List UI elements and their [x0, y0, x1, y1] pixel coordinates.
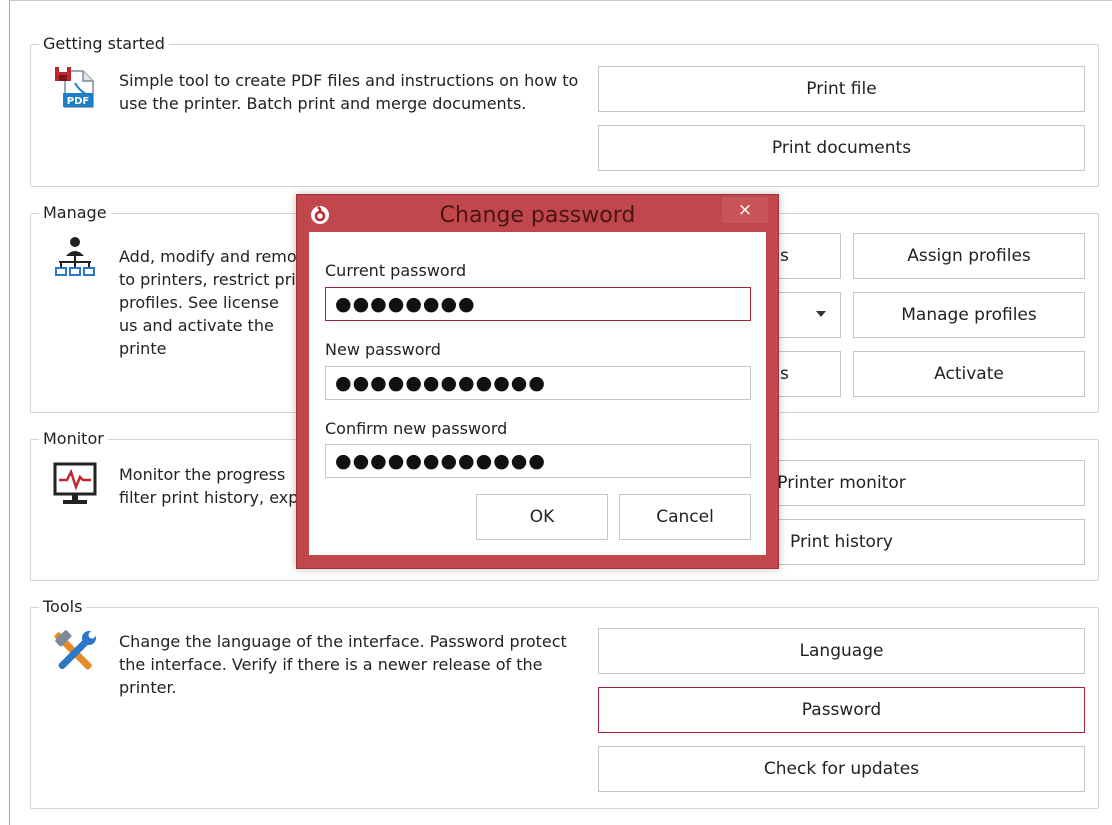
check-for-updates-button[interactable]: Check for updates — [598, 746, 1085, 792]
activate-button[interactable]: Activate — [853, 351, 1085, 397]
group-title: Tools — [39, 597, 87, 617]
password-button[interactable]: Password — [598, 687, 1085, 733]
new-password-field[interactable]: ●●●●●●●●●●●● — [325, 366, 751, 400]
cancel-button[interactable]: Cancel — [619, 494, 751, 540]
section-description: Add, modify and remo to printers, restri… — [119, 247, 297, 358]
monitor-pulse-icon — [51, 460, 99, 508]
group-title: Getting started — [39, 34, 169, 54]
network-users-icon — [51, 234, 99, 282]
pdf-file-icon: PDF — [51, 63, 99, 111]
current-password-field[interactable]: ●●●●●●●● — [325, 287, 751, 321]
dialog-title: Change password — [439, 203, 636, 228]
language-button[interactable]: Language — [598, 628, 1085, 674]
ok-button[interactable]: OK — [476, 494, 608, 540]
close-icon[interactable]: × — [722, 197, 768, 223]
print-file-button[interactable]: Print file — [598, 66, 1085, 112]
section-description: Monitor the progress filter print histor… — [119, 465, 299, 507]
group-getting-started: Getting started PDF Simple tool to creat… — [30, 34, 1099, 187]
group-tools: Tools Change the language of the interfa… — [30, 597, 1099, 809]
wrench-hammer-icon — [51, 628, 99, 676]
chevron-down-icon — [816, 311, 826, 317]
confirm-password-field[interactable]: ●●●●●●●●●●●● — [325, 444, 751, 478]
svg-text:PDF: PDF — [67, 96, 89, 107]
new-password-label: New password — [325, 340, 441, 359]
group-title: Monitor — [39, 429, 108, 449]
confirm-password-label: Confirm new password — [325, 419, 508, 438]
section-description: Simple tool to create PDF files and inst… — [119, 71, 579, 113]
dialog-body: Current password ●●●●●●●● New password ●… — [309, 232, 766, 555]
group-title: Manage — [39, 203, 111, 223]
print-documents-button[interactable]: Print documents — [598, 125, 1085, 171]
change-password-dialog: Change password × Current password ●●●●●… — [296, 194, 779, 569]
manage-profiles-button[interactable]: Manage profiles — [853, 292, 1085, 338]
assign-profiles-button[interactable]: Assign profiles — [853, 233, 1085, 279]
current-password-label: Current password — [325, 261, 467, 280]
section-description: Change the language of the interface. Pa… — [119, 632, 567, 697]
